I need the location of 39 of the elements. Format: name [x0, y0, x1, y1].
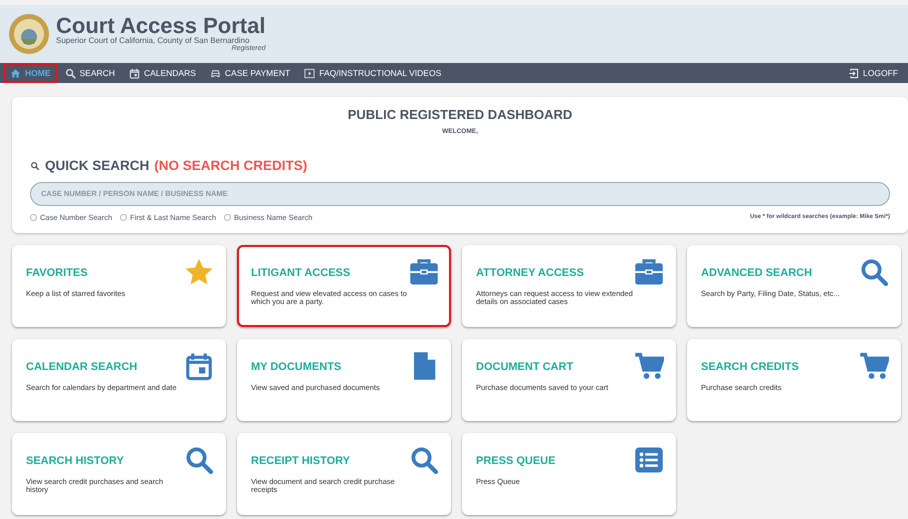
dashboard-title: PUBLIC REGISTERED DASHBOARD	[346, 106, 574, 124]
briefcase-icon	[409, 257, 439, 287]
seal-drawing	[8, 13, 50, 55]
logoff-link[interactable]: LOGOFF	[842, 63, 904, 83]
home-icon	[10, 68, 21, 78]
briefcase-icon	[634, 257, 664, 287]
tile-title: RECEIPT HISTORY	[251, 454, 352, 469]
calendar-icon	[128, 68, 140, 78]
tile-title: CALENDAR SEARCH	[26, 360, 138, 375]
tile-title: ATTORNEY ACCESS	[476, 266, 585, 281]
credits-warning: (NO SEARCH CREDITS)	[154, 157, 308, 176]
nav-link[interactable]: CALENDARS	[122, 63, 202, 83]
tile-title: DOCUMENT CART	[476, 360, 574, 375]
play-icon	[304, 68, 316, 78]
star-icon	[184, 257, 214, 287]
car-icon	[210, 68, 221, 78]
tile-title: PRESS QUEUE	[476, 454, 556, 469]
tile-title: SEARCH HISTORY	[26, 454, 125, 469]
tile-title: MY DOCUMENTS	[251, 360, 342, 375]
nav-link[interactable]: CASE PAYMENT	[204, 63, 296, 83]
exit-icon	[848, 68, 860, 78]
cart-icon	[859, 351, 889, 381]
quick-search-label: QUICK SEARCH	[45, 157, 150, 176]
search-icon	[30, 161, 40, 172]
portal-title: Court Access Portal	[56, 14, 266, 37]
search-icon	[64, 68, 76, 78]
search-icon	[859, 257, 889, 287]
search-icon	[409, 445, 439, 475]
calendar-icon	[184, 351, 214, 381]
court-name: Superior Court of California, County of San Bernardino	[56, 36, 250, 45]
search-icon	[184, 445, 214, 475]
nav-link[interactable]: SEARCH	[58, 63, 121, 83]
tile-title: SEARCH CREDITS	[701, 360, 799, 375]
nav-link[interactable]: FAQ/INSTRUCTIONAL VIDEOS	[298, 63, 448, 83]
tile-title: LITIGANT ACCESS	[251, 266, 352, 281]
cart-icon	[634, 351, 664, 381]
tile-title: FAVORITES	[26, 266, 89, 281]
list-icon	[634, 445, 664, 475]
tile-title: ADVANCED SEARCH	[701, 266, 814, 281]
